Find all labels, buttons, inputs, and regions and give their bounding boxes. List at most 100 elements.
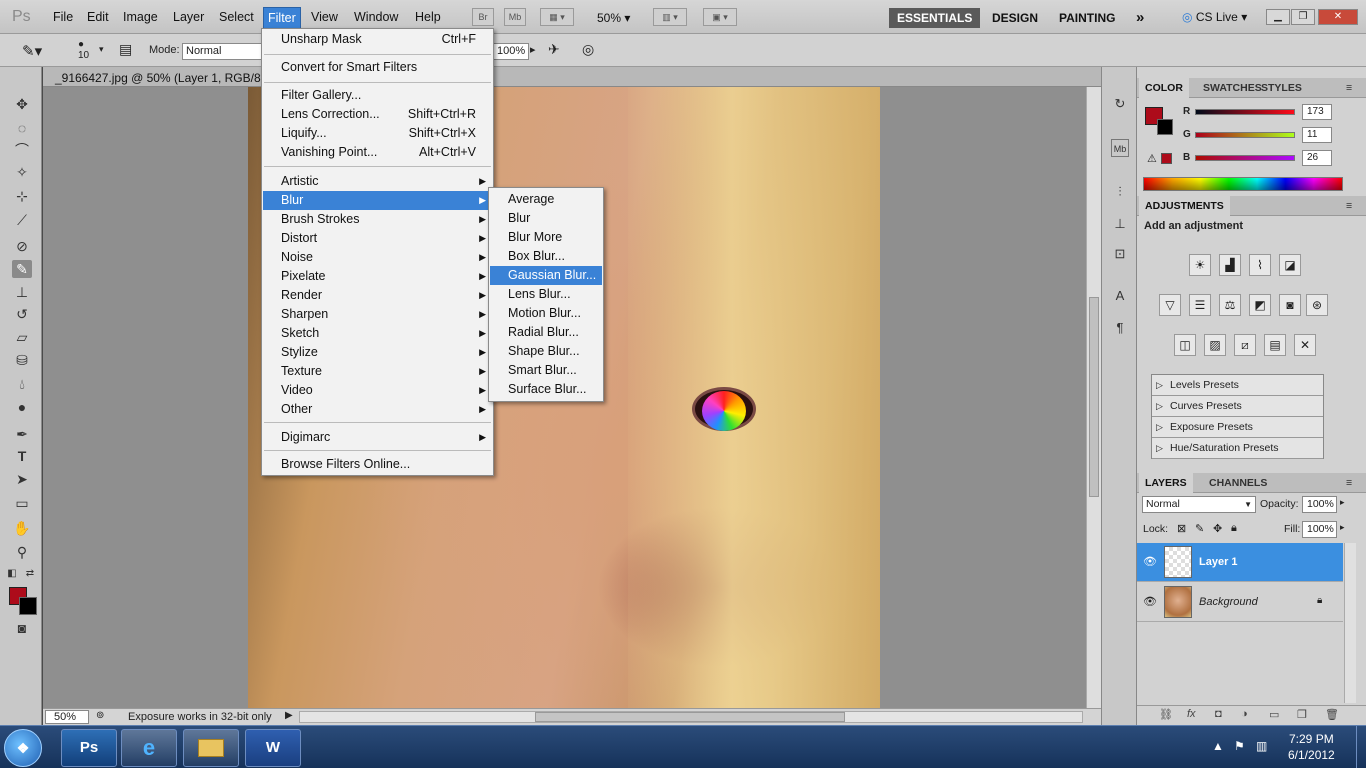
menu-item-liquify[interactable]: Liquify... Shift+Ctrl+X: [263, 124, 492, 143]
color-panel-bg-swatch[interactable]: [1157, 119, 1173, 135]
menu-view[interactable]: View: [311, 10, 338, 24]
clone-source-panel-icon[interactable]: ⊥: [1111, 215, 1129, 233]
menu-item-blur[interactable]: Blur ▶: [263, 191, 492, 210]
move-tool-icon[interactable]: ✥: [12, 95, 32, 113]
layer-mask-icon[interactable]: ◘: [1215, 708, 1222, 720]
workspace-essentials[interactable]: ESSENTIALS: [889, 8, 981, 28]
taskbar-internet-explorer[interactable]: e: [121, 729, 177, 767]
menu-help[interactable]: Help: [415, 10, 441, 24]
adjustment-layer-icon[interactable]: ◑: [1241, 708, 1248, 720]
delete-layer-icon[interactable]: 🗑︎: [1325, 708, 1339, 721]
brush-picker-arrow-icon[interactable]: ▾: [99, 44, 104, 55]
layers-scrollbar[interactable]: [1344, 543, 1356, 703]
preset-exposure[interactable]: Exposure Presets: [1152, 417, 1323, 438]
submenu-item-gaussian-blur[interactable]: Gaussian Blur...: [490, 266, 602, 285]
workspace-painting[interactable]: PAINTING: [1059, 8, 1115, 28]
tab-styles[interactable]: STYLES: [1261, 82, 1302, 94]
slider-r-value[interactable]: 173: [1302, 104, 1332, 120]
menu-file[interactable]: File: [53, 10, 73, 24]
preset-curves[interactable]: Curves Presets: [1152, 396, 1323, 417]
zoom-level[interactable]: 50% ▾: [597, 11, 630, 25]
opacity-arrow-icon[interactable]: ▸: [1340, 497, 1345, 508]
menu-item-render[interactable]: Render ▶: [263, 286, 492, 305]
levels-icon[interactable]: ▟: [1219, 254, 1241, 276]
submenu-item-box-blur[interactable]: Box Blur...: [490, 247, 602, 266]
menu-window[interactable]: Window: [354, 10, 398, 24]
character-panel-icon[interactable]: A: [1111, 287, 1129, 305]
quick-mask-icon[interactable]: ◙: [12, 619, 32, 637]
new-layer-icon[interactable]: ❐: [1297, 708, 1307, 721]
flow-field[interactable]: 100%: [493, 43, 529, 60]
restore-button[interactable]: ❐: [1291, 9, 1315, 25]
taskbar-photoshop[interactable]: Ps: [61, 729, 117, 767]
hue-saturation-icon[interactable]: ☰: [1189, 294, 1211, 316]
horizontal-scrollbar[interactable]: [299, 711, 1083, 723]
taskbar-word[interactable]: W: [245, 729, 301, 767]
background-color-swatch[interactable]: [19, 597, 37, 615]
layers-menu-icon[interactable]: ≡: [1346, 477, 1352, 489]
threshold-icon[interactable]: ⧄: [1234, 334, 1256, 356]
tray-flag-icon[interactable]: ⚑: [1234, 739, 1245, 753]
quick-selection-tool-icon[interactable]: ✧: [12, 163, 32, 181]
crop-tool-icon[interactable]: ⊹: [12, 187, 32, 205]
start-button-icon[interactable]: ❖: [4, 729, 42, 767]
visibility-eye-icon[interactable]: 👁︎: [1143, 595, 1157, 608]
opacity-field[interactable]: 100%: [1302, 496, 1337, 513]
rectangle-tool-icon[interactable]: ▭: [12, 494, 32, 512]
tab-adjustments[interactable]: ADJUSTMENTS: [1139, 196, 1230, 216]
document-tab[interactable]: _9166427.jpg @ 50% (Layer 1, RGB/8*) *: [43, 67, 1101, 87]
curves-icon[interactable]: ⌇: [1249, 254, 1271, 276]
history-panel-icon[interactable]: ↻: [1111, 95, 1129, 113]
tool-presets-panel-icon[interactable]: ⊡: [1111, 245, 1129, 263]
layer-row-layer-1[interactable]: 👁︎ Layer 1: [1137, 543, 1343, 582]
panel-menu-icon[interactable]: ≡: [1346, 82, 1352, 94]
status-zoom-field[interactable]: 50%: [45, 710, 89, 724]
tab-layers[interactable]: LAYERS: [1139, 473, 1193, 493]
mode-select[interactable]: Normal: [182, 43, 262, 60]
menu-item-sketch[interactable]: Sketch ▶: [263, 324, 492, 343]
menu-item-sharpen[interactable]: Sharpen ▶: [263, 305, 492, 324]
dodge-tool-icon[interactable]: ●: [12, 398, 32, 416]
airbrush-icon[interactable]: ✈: [548, 41, 560, 58]
menu-item-digimarc[interactable]: Digimarc ▶: [263, 428, 492, 447]
menu-layer[interactable]: Layer: [173, 10, 204, 24]
menu-select[interactable]: Select: [219, 10, 254, 24]
brush-preset-picker[interactable]: ● 10: [78, 39, 89, 61]
menu-filter[interactable]: Filter: [263, 7, 301, 30]
cs-live-menu[interactable]: ◎ CS Live ▾: [1182, 10, 1247, 24]
screen-mode-button[interactable]: ▣ ▾: [703, 8, 737, 26]
menu-item-browse-filters-online[interactable]: Browse Filters Online...: [263, 455, 492, 474]
preset-levels[interactable]: Levels Presets: [1152, 375, 1323, 396]
paragraph-panel-icon[interactable]: ¶: [1111, 319, 1129, 337]
layer-row-background[interactable]: 👁︎ Background 🔒︎: [1137, 583, 1343, 622]
gamut-swatch[interactable]: [1161, 153, 1172, 164]
show-desktop-button[interactable]: [1356, 726, 1366, 768]
new-group-icon[interactable]: ▭: [1269, 708, 1279, 721]
workspace-design[interactable]: DESIGN: [992, 8, 1038, 28]
flow-arrow-icon[interactable]: ▸: [530, 43, 536, 56]
menu-item-lens-correction[interactable]: Lens Correction... Shift+Ctrl+R: [263, 105, 492, 124]
fill-field[interactable]: 100%: [1302, 521, 1337, 538]
history-brush-tool-icon[interactable]: ↺: [12, 305, 32, 323]
taskbar-explorer-icon[interactable]: [183, 729, 239, 767]
layer-style-icon[interactable]: fx: [1187, 708, 1196, 720]
link-layers-icon[interactable]: ⛓: [1159, 708, 1173, 721]
lock-position-icon[interactable]: ✥: [1213, 522, 1222, 535]
clone-stamp-tool-icon[interactable]: ⊥: [12, 283, 32, 301]
eraser-tool-icon[interactable]: ▱: [12, 328, 32, 346]
slider-g[interactable]: [1195, 132, 1295, 138]
submenu-item-surface-blur[interactable]: Surface Blur...: [490, 380, 602, 399]
healing-brush-tool-icon[interactable]: ⊘: [12, 237, 32, 255]
menu-item-pixelate[interactable]: Pixelate ▶: [263, 267, 492, 286]
swap-colors-icon[interactable]: ⇄: [23, 565, 37, 583]
gradient-map-icon[interactable]: ▤: [1264, 334, 1286, 356]
brush-presets-panel-icon[interactable]: ⫶: [1111, 183, 1129, 201]
menu-item-stylize[interactable]: Stylize ▶: [263, 343, 492, 362]
type-tool-icon[interactable]: T: [12, 447, 32, 465]
slider-g-value[interactable]: 11: [1302, 127, 1332, 143]
view-extras-button[interactable]: ▦ ▾: [540, 8, 574, 26]
status-menu-arrow-icon[interactable]: ▶: [285, 710, 293, 721]
minimize-button[interactable]: ▁: [1266, 9, 1290, 25]
menu-edit[interactable]: Edit: [87, 10, 109, 24]
submenu-item-motion-blur[interactable]: Motion Blur...: [490, 304, 602, 323]
